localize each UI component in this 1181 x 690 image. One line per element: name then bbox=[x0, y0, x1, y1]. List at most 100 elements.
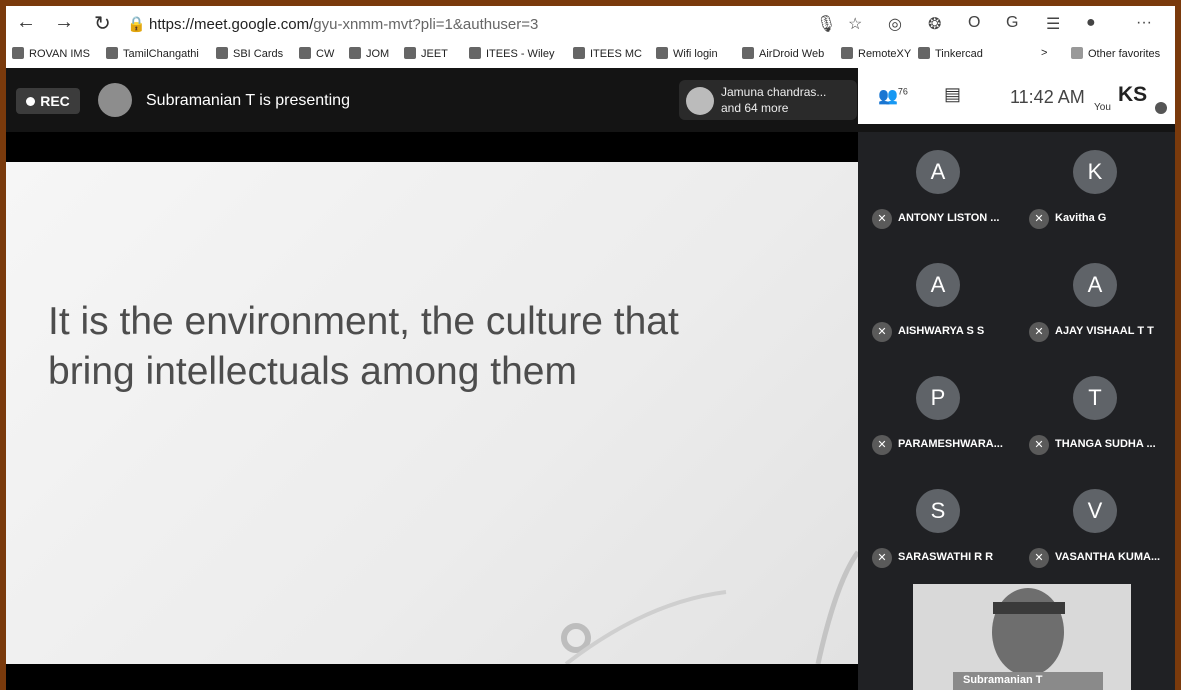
bookmark-label: TamilChangathi bbox=[123, 48, 199, 60]
bookmark-item[interactable]: AirDroid Web bbox=[742, 47, 824, 60]
bookmark-item[interactable]: ROVAN IMS bbox=[12, 47, 90, 60]
bookmark-item[interactable]: ITEES - Wiley bbox=[469, 47, 554, 60]
slide-line-1: It is the environment, the culture that bbox=[48, 300, 679, 343]
presenter-video-name: Subramanian T bbox=[963, 674, 1043, 686]
participant-name: SARASWATHI R R bbox=[898, 551, 994, 563]
participant-avatar: T bbox=[1073, 376, 1117, 420]
chat-icon[interactable]: ▤ bbox=[944, 84, 961, 105]
meet-stage: REC Subramanian T is presenting Jamuna c… bbox=[6, 68, 1175, 690]
participant-avatar: V bbox=[1073, 489, 1117, 533]
address-bar: ← → ↻ 🔒 https://meet.google.com/gyu-xnmm… bbox=[6, 6, 1175, 42]
presentation-slide: It is the environment, the culture that … bbox=[6, 162, 858, 664]
extension-2-icon[interactable]: ❂ bbox=[928, 14, 941, 34]
bookmark-icon bbox=[12, 47, 24, 59]
mic-off-badge-icon bbox=[1155, 102, 1167, 114]
participant-name: ANTONY LISTON ... bbox=[898, 212, 1000, 224]
participant-tile[interactable]: S ✕ SARASWATHI R R bbox=[864, 471, 1014, 581]
rec-label: REC bbox=[40, 93, 70, 109]
extension-icon[interactable]: ◎ bbox=[888, 14, 902, 34]
meeting-info-panel: 👥76 ▤ 11:42 AM You KS bbox=[858, 68, 1175, 124]
meeting-time: 11:42 AM bbox=[1010, 87, 1085, 107]
slide-text: It is the environment, the culture that … bbox=[48, 297, 679, 397]
mic-off-icon: ✕ bbox=[1029, 548, 1049, 568]
other-favorites[interactable]: Other favorites bbox=[1071, 47, 1160, 60]
participant-tile[interactable]: T ✕ THANGA SUDHA ... bbox=[1021, 358, 1171, 468]
recording-badge[interactable]: REC bbox=[16, 88, 80, 114]
bookmark-icon bbox=[404, 47, 416, 59]
star-icon[interactable]: ☆ bbox=[848, 14, 862, 34]
presenter-video[interactable]: Subramanian T bbox=[913, 584, 1131, 690]
url-host: https://meet.google.com/ bbox=[149, 16, 314, 33]
participant-avatar: P bbox=[916, 376, 960, 420]
participant-name: AISHWARYA S S bbox=[898, 325, 985, 337]
participant-tile[interactable]: A ✕ AJAY VISHAAL T T bbox=[1021, 245, 1171, 355]
bookmark-item[interactable]: Tinkercad bbox=[918, 47, 983, 60]
slide-bottom-bar bbox=[6, 664, 858, 690]
mic-off-icon: ✕ bbox=[872, 435, 892, 455]
participant-tile[interactable]: K ✕ Kavitha G bbox=[1021, 132, 1171, 242]
bookmark-label: Wifi login bbox=[673, 48, 718, 60]
slide-top-bar bbox=[6, 132, 858, 162]
bookmark-icon bbox=[469, 47, 481, 59]
bookmark-item[interactable]: TamilChangathi bbox=[106, 47, 199, 60]
participant-tile[interactable]: A ✕ ANTONY LISTON ... bbox=[864, 132, 1014, 242]
bookmark-label: SBI Cards bbox=[233, 48, 284, 60]
bookmark-icon bbox=[349, 47, 361, 59]
favorites-icon[interactable]: ☰ bbox=[1046, 14, 1060, 34]
participant-name: AJAY VISHAAL T T bbox=[1055, 325, 1154, 337]
bookmark-icon bbox=[216, 47, 228, 59]
participants-grid: A ✕ ANTONY LISTON ... K ✕ Kavitha G A ✕ AISHWA… bbox=[864, 132, 1175, 584]
bookmark-label: ROVAN IMS bbox=[29, 48, 90, 60]
bookmark-icon bbox=[656, 47, 668, 59]
participant-tile[interactable]: V ✕ VASANTHA KUMA... bbox=[1021, 471, 1171, 581]
join-notification[interactable]: Jamuna chandras... and 64 more bbox=[679, 80, 857, 120]
bookmark-icon bbox=[841, 47, 853, 59]
mic-off-icon: ✕ bbox=[872, 322, 892, 342]
people-button[interactable]: 👥76 bbox=[878, 86, 908, 106]
slide-line-2: bring intellectuals among them bbox=[48, 350, 577, 393]
bookmark-icon bbox=[742, 47, 754, 59]
notification-line2: and 64 more bbox=[721, 101, 789, 115]
bookmark-label: AirDroid Web bbox=[759, 48, 825, 60]
url-field[interactable]: https://meet.google.com/gyu-xnmm-mvt?pli… bbox=[149, 16, 538, 33]
bookmark-icon bbox=[573, 47, 585, 59]
bookmark-icon bbox=[918, 47, 930, 59]
mic-off-icon: ✕ bbox=[872, 209, 892, 229]
participant-avatar: K bbox=[1073, 150, 1117, 194]
bookmarks-bar: ROVAN IMS TamilChangathi SBI Cards CW JO… bbox=[6, 42, 1175, 68]
presenter-avatar bbox=[98, 83, 132, 117]
forward-icon[interactable]: → bbox=[54, 11, 74, 34]
participant-name: PARAMESHWARA... bbox=[898, 438, 1003, 450]
bookmark-item[interactable]: ITEES MC bbox=[573, 47, 642, 60]
chevron-right-icon[interactable]: > bbox=[1041, 47, 1047, 59]
bookmark-item[interactable]: JEET bbox=[404, 47, 448, 60]
mic-off-icon: ✕ bbox=[1029, 322, 1049, 342]
participant-tile[interactable]: A ✕ AISHWARYA S S bbox=[864, 245, 1014, 355]
participant-tile[interactable]: P ✕ PARAMESHWARA... bbox=[864, 358, 1014, 468]
record-dot-icon bbox=[26, 97, 36, 106]
bookmark-item[interactable]: CW bbox=[299, 47, 334, 60]
people-icon: 👥 bbox=[878, 88, 898, 105]
participant-avatar: A bbox=[1073, 263, 1117, 307]
bookmark-item[interactable]: JOM bbox=[349, 47, 389, 60]
bookmark-item[interactable]: Wifi login bbox=[656, 47, 718, 60]
participant-avatar: A bbox=[916, 263, 960, 307]
bookmark-label: ITEES - Wiley bbox=[486, 48, 555, 60]
mic-permission-icon[interactable]: 🎙 bbox=[816, 14, 836, 34]
profile-icon[interactable]: ● bbox=[1086, 14, 1096, 32]
menu-icon[interactable]: ··· bbox=[1136, 14, 1152, 32]
participant-name: Kavitha G bbox=[1055, 212, 1107, 224]
back-icon[interactable]: ← bbox=[16, 11, 36, 34]
notification-avatar bbox=[686, 87, 714, 115]
mic-off-icon: ✕ bbox=[1029, 209, 1049, 229]
url-path: gyu-xnmm-mvt?pli=1&authuser=3 bbox=[313, 16, 539, 33]
bookmark-item[interactable]: SBI Cards bbox=[216, 47, 283, 60]
self-initials: KS bbox=[1118, 83, 1148, 106]
extension-4-icon[interactable]: G bbox=[1006, 14, 1018, 32]
extension-3-icon[interactable]: O bbox=[968, 14, 980, 32]
refresh-icon[interactable]: ↻ bbox=[94, 11, 111, 36]
other-favorites-label: Other favorites bbox=[1088, 48, 1161, 60]
bookmark-item[interactable]: RemoteXY bbox=[841, 47, 911, 60]
people-count: 76 bbox=[897, 86, 908, 97]
bookmark-label: JOM bbox=[366, 48, 390, 60]
